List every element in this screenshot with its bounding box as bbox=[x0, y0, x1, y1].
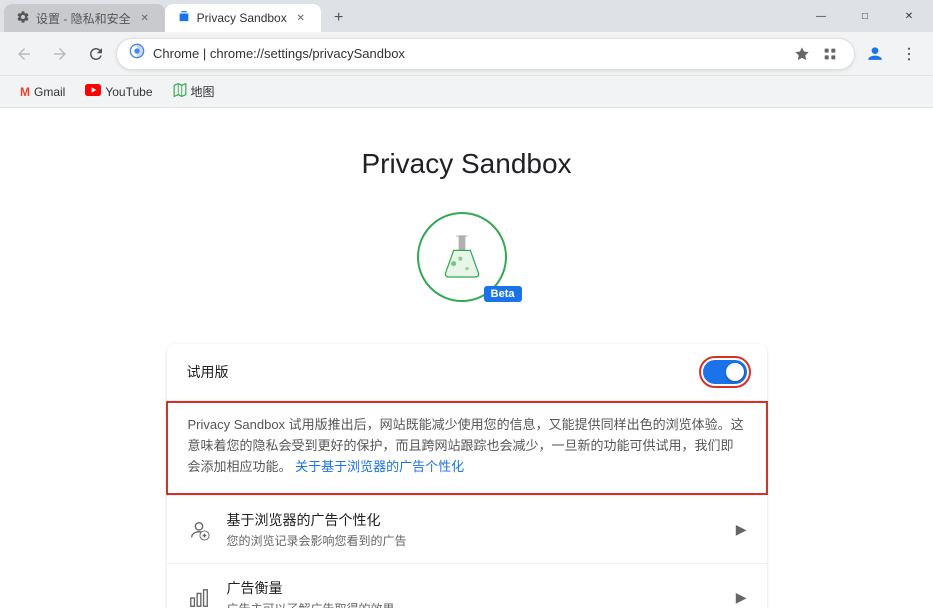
trial-header: 试用版 bbox=[167, 344, 767, 401]
tabs-area: 设置 - 隐私和安全 ✕ Privacy Sandbox ✕ + bbox=[0, 0, 353, 32]
ad-personalization-text: 基于浏览器的广告个性化 您的浏览记录会影响您看到的广告 bbox=[227, 510, 720, 549]
ad-measurement-icon bbox=[187, 586, 211, 608]
beta-badge: Beta bbox=[484, 286, 522, 302]
settings-card: 试用版 Privacy Sandbox 试用版推出后，网站既能减少使用您的信息，… bbox=[167, 344, 767, 608]
profile-button[interactable] bbox=[859, 38, 891, 70]
description-section: Privacy Sandbox 试用版推出后，网站既能减少使用您的信息，又能提供… bbox=[166, 401, 768, 495]
menu-item-ad-personalization[interactable]: 基于浏览器的广告个性化 您的浏览记录会影响您看到的广告 ▶ bbox=[167, 495, 767, 563]
extensions-button[interactable] bbox=[818, 42, 842, 66]
tab-settings[interactable]: 设置 - 隐私和安全 ✕ bbox=[4, 4, 165, 32]
address-icons bbox=[790, 42, 842, 66]
sandbox-tab-label: Privacy Sandbox bbox=[197, 11, 287, 25]
address-text: Chrome | chrome://settings/privacySandbo… bbox=[153, 46, 782, 61]
bookmark-star-button[interactable] bbox=[790, 42, 814, 66]
tab-privacy-sandbox[interactable]: Privacy Sandbox ✕ bbox=[165, 4, 321, 32]
settings-tab-close[interactable]: ✕ bbox=[137, 10, 153, 26]
toggle-track[interactable] bbox=[703, 360, 747, 384]
flask-icon bbox=[437, 232, 487, 282]
forward-button[interactable] bbox=[44, 38, 76, 70]
page-content: Privacy Sandbox Beta bbox=[0, 108, 933, 608]
title-bar: 设置 - 隐私和安全 ✕ Privacy Sandbox ✕ + — □ ✕ bbox=[0, 0, 933, 32]
window-controls: — □ ✕ bbox=[801, 0, 929, 32]
more-menu-button[interactable] bbox=[893, 38, 925, 70]
maximize-button[interactable]: □ bbox=[845, 0, 885, 32]
ad-measurement-title: 广告衡量 bbox=[227, 578, 720, 598]
address-favicon bbox=[129, 43, 145, 64]
bookmark-maps-label: 地图 bbox=[191, 83, 215, 100]
close-button[interactable]: ✕ bbox=[889, 0, 929, 32]
bookmark-youtube[interactable]: YouTube bbox=[77, 80, 160, 103]
sandbox-tab-close[interactable]: ✕ bbox=[293, 10, 309, 26]
back-button[interactable] bbox=[8, 38, 40, 70]
description-text: Privacy Sandbox 试用版推出后，网站既能减少使用您的信息，又能提供… bbox=[188, 415, 746, 477]
toolbar-right bbox=[859, 38, 925, 70]
beta-icon-container: Beta bbox=[417, 212, 517, 312]
toggle-container[interactable] bbox=[703, 360, 747, 384]
settings-tab-icon bbox=[16, 10, 30, 27]
youtube-icon bbox=[85, 84, 101, 99]
description-link[interactable]: 关于基于浏览器的广告个性化 bbox=[295, 459, 464, 474]
page-title: Privacy Sandbox bbox=[361, 148, 571, 180]
ad-measurement-text: 广告衡量 广告主可以了解广告取得的效果 bbox=[227, 578, 720, 608]
settings-tab-label: 设置 - 隐私和安全 bbox=[36, 10, 131, 27]
ad-measurement-subtitle: 广告主可以了解广告取得的效果 bbox=[227, 600, 720, 608]
trial-label: 试用版 bbox=[187, 362, 229, 382]
page-inner: Privacy Sandbox Beta bbox=[117, 108, 817, 608]
bookmark-youtube-label: YouTube bbox=[105, 85, 152, 99]
ad-personalization-subtitle: 您的浏览记录会影响您看到的广告 bbox=[227, 532, 720, 549]
window-frame: 设置 - 隐私和安全 ✕ Privacy Sandbox ✕ + — □ ✕ bbox=[0, 0, 933, 608]
new-tab-button[interactable]: + bbox=[325, 4, 353, 32]
ad-personalization-arrow: ▶ bbox=[736, 521, 747, 538]
gmail-icon: M bbox=[20, 85, 30, 99]
bookmark-gmail[interactable]: M Gmail bbox=[12, 81, 73, 103]
refresh-button[interactable] bbox=[80, 38, 112, 70]
sandbox-tab-icon bbox=[177, 10, 191, 27]
ad-measurement-arrow: ▶ bbox=[736, 589, 747, 606]
ad-personalization-icon bbox=[187, 518, 211, 542]
minimize-button[interactable]: — bbox=[801, 0, 841, 32]
ad-personalization-title: 基于浏览器的广告个性化 bbox=[227, 510, 720, 530]
bookmark-maps[interactable]: 地图 bbox=[165, 79, 223, 104]
maps-icon bbox=[173, 83, 187, 100]
bookmark-gmail-label: Gmail bbox=[34, 85, 65, 99]
bookmarks-bar: M Gmail YouTube 地图 bbox=[0, 76, 933, 108]
menu-item-ad-measurement[interactable]: 广告衡量 广告主可以了解广告取得的效果 ▶ bbox=[167, 563, 767, 608]
toolbar: Chrome | chrome://settings/privacySandbo… bbox=[0, 32, 933, 76]
toggle-thumb bbox=[726, 363, 744, 381]
address-bar[interactable]: Chrome | chrome://settings/privacySandbo… bbox=[116, 38, 855, 70]
